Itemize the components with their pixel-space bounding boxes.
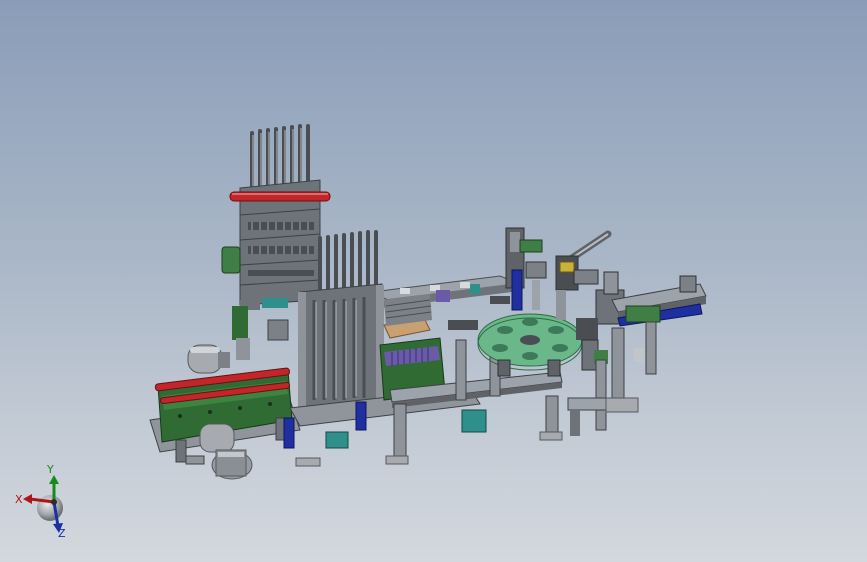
left-infeed-conveyor[interactable]	[149, 344, 301, 480]
coordinate-triad-icon: X Y Z	[10, 458, 90, 548]
pick-place-station-1[interactable]	[505, 227, 547, 311]
center-tray-assembly[interactable]	[379, 294, 446, 401]
z-axis-label: Z	[58, 527, 66, 540]
y-axis-label: Y	[47, 463, 54, 476]
x-axis-label: X	[15, 493, 23, 506]
drive-motor-upper[interactable]	[187, 344, 230, 374]
graphics-viewport[interactable]: X Y Z	[0, 0, 867, 562]
assembly-model[interactable]	[0, 0, 867, 562]
rear-stacker-magazine[interactable]	[221, 124, 331, 306]
